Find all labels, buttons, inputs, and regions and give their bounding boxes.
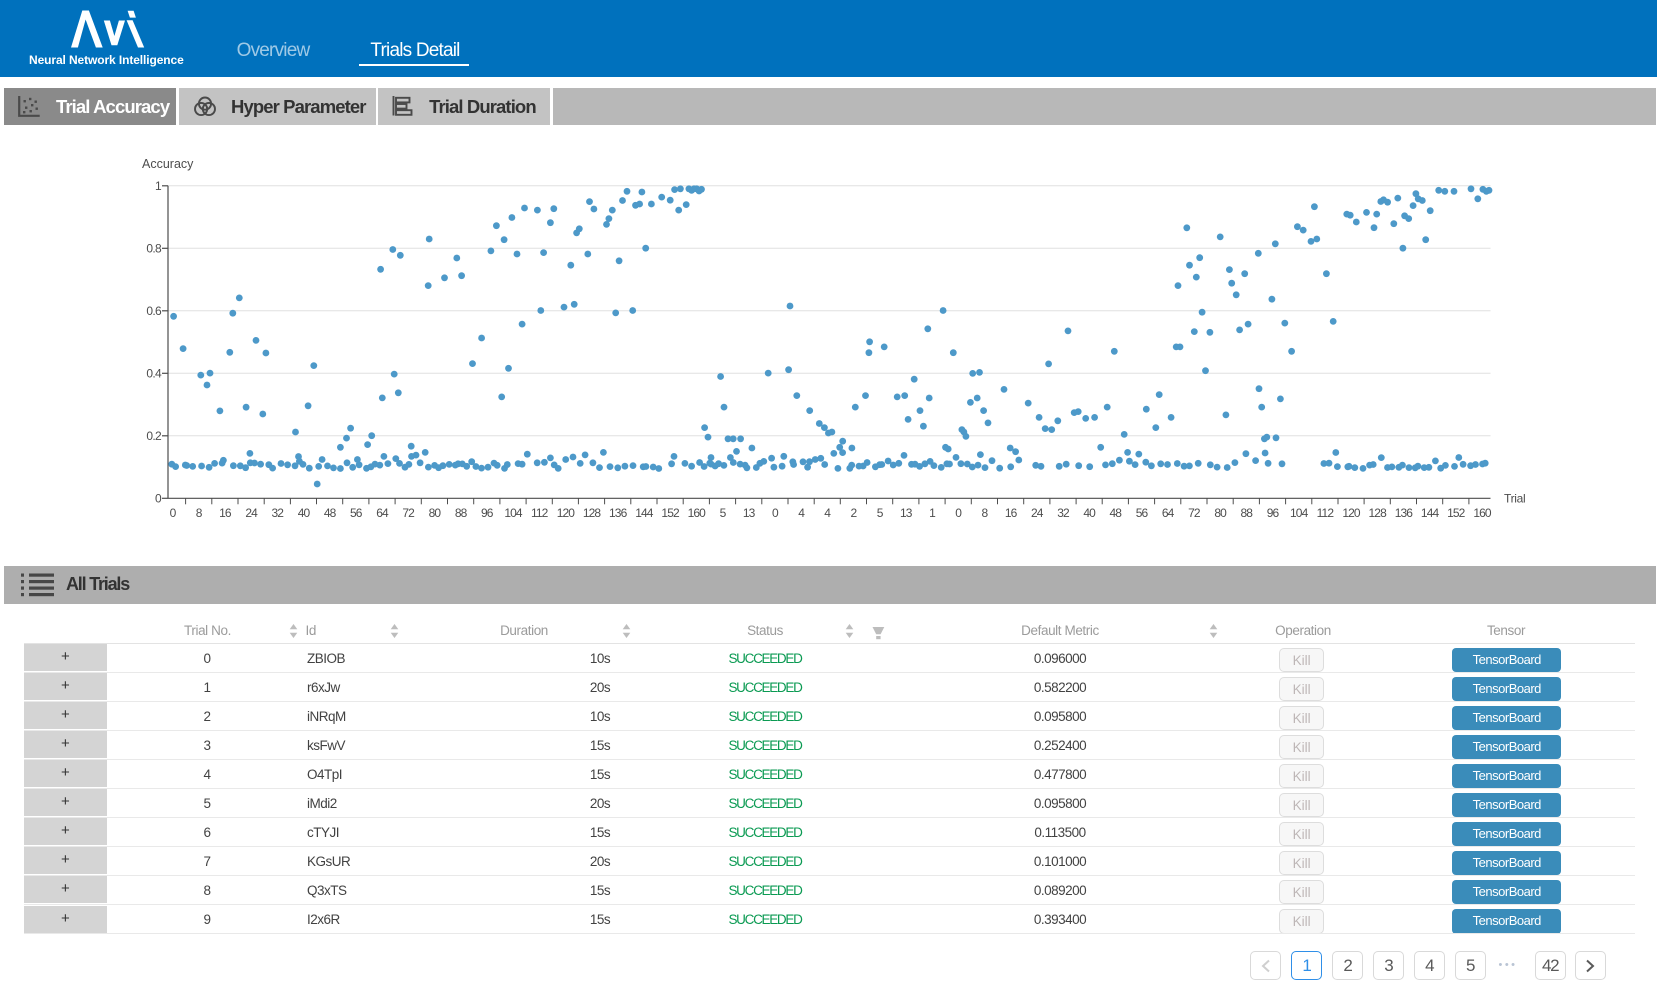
svg-text:0.2: 0.2 [146, 429, 162, 443]
svg-text:0.4: 0.4 [146, 367, 162, 381]
svg-text:104: 104 [1290, 506, 1309, 520]
svg-text:128: 128 [583, 506, 602, 520]
svg-text:64: 64 [1162, 506, 1175, 520]
svg-text:80: 80 [1214, 506, 1227, 520]
svg-text:96: 96 [481, 506, 494, 520]
svg-text:16: 16 [1005, 506, 1018, 520]
svg-text:136: 136 [609, 506, 628, 520]
svg-text:112: 112 [1317, 506, 1335, 520]
svg-text:144: 144 [635, 506, 654, 520]
svg-text:2: 2 [851, 506, 858, 520]
svg-text:48: 48 [1110, 506, 1123, 520]
svg-text:88: 88 [1241, 506, 1254, 520]
svg-text:Trial: Trial [1504, 492, 1525, 506]
svg-text:24: 24 [1031, 506, 1044, 520]
svg-text:48: 48 [324, 506, 337, 520]
svg-text:64: 64 [376, 506, 389, 520]
svg-text:8: 8 [982, 506, 989, 520]
svg-text:1: 1 [155, 179, 162, 193]
svg-text:80: 80 [429, 506, 442, 520]
svg-text:136: 136 [1395, 506, 1414, 520]
svg-text:160: 160 [688, 506, 707, 520]
svg-text:32: 32 [272, 506, 285, 520]
svg-text:8: 8 [196, 506, 203, 520]
svg-text:152: 152 [661, 506, 680, 520]
svg-text:0: 0 [772, 506, 779, 520]
svg-text:120: 120 [557, 506, 576, 520]
svg-text:5: 5 [877, 506, 884, 520]
svg-text:120: 120 [1342, 506, 1361, 520]
svg-text:13: 13 [900, 506, 913, 520]
svg-text:128: 128 [1369, 506, 1388, 520]
svg-text:4: 4 [798, 506, 805, 520]
svg-text:96: 96 [1267, 506, 1280, 520]
svg-text:13: 13 [743, 506, 756, 520]
svg-text:72: 72 [402, 506, 415, 520]
svg-text:144: 144 [1421, 506, 1440, 520]
svg-text:160: 160 [1473, 506, 1492, 520]
svg-text:16: 16 [219, 506, 232, 520]
svg-text:24: 24 [245, 506, 258, 520]
svg-text:32: 32 [1057, 506, 1070, 520]
svg-text:56: 56 [1136, 506, 1149, 520]
svg-text:1: 1 [929, 506, 936, 520]
svg-text:4: 4 [824, 506, 831, 520]
svg-text:0: 0 [155, 492, 162, 506]
svg-text:152: 152 [1447, 506, 1466, 520]
svg-text:5: 5 [720, 506, 727, 520]
svg-text:88: 88 [455, 506, 468, 520]
svg-text:72: 72 [1188, 506, 1201, 520]
svg-text:0: 0 [955, 506, 962, 520]
svg-text:0: 0 [170, 506, 177, 520]
svg-text:0.6: 0.6 [146, 304, 162, 318]
svg-text:Accuracy: Accuracy [142, 157, 194, 171]
svg-text:40: 40 [298, 506, 311, 520]
svg-text:56: 56 [350, 506, 363, 520]
svg-text:112: 112 [531, 506, 549, 520]
svg-text:104: 104 [504, 506, 523, 520]
svg-text:40: 40 [1083, 506, 1096, 520]
svg-text:0.8: 0.8 [146, 242, 162, 256]
